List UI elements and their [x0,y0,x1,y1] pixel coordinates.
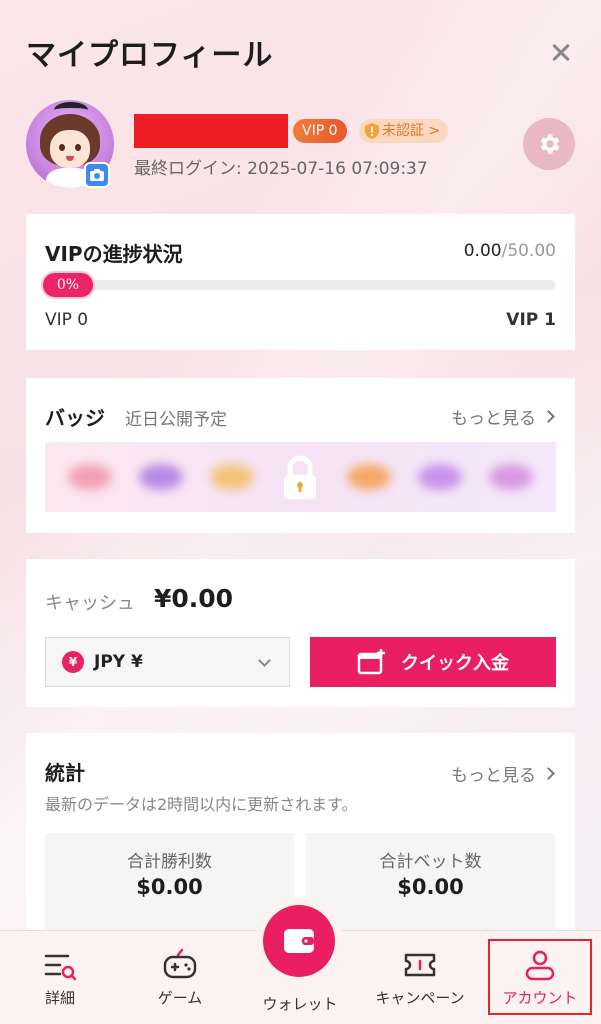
vip-progress-title: VIPの進捗状況 [45,242,183,266]
last-login-text: 最終ログイン: 2025-07-16 07:09:37 [134,159,428,179]
nav-label-details: 詳細 [44,989,75,1007]
vip-progress-percent: 0% [43,273,93,297]
quick-deposit-button[interactable]: クイック入金 [310,637,556,687]
nav-label-account: アカウント [502,989,578,1007]
currency-select[interactable]: ¥ JPY ¥ [45,637,290,687]
badge-icon [139,464,184,490]
nav-item-details[interactable]: 詳細 [5,947,115,1008]
page-header: マイプロフィール [26,30,575,74]
gear-icon [540,134,560,154]
close-button[interactable] [547,38,575,66]
nav-label-wallet: ウォレット [262,995,338,1013]
badge-icon [209,464,254,490]
total-bets-value: $0.00 [397,875,464,899]
profile-section: VIP 0 未認証 > 最終ログイン: 2025-07-16 07:09:37 [26,100,575,190]
ticket-icon [404,953,436,977]
total-bets-box: 合計ベット数 $0.00 [306,833,555,933]
stats-more-link[interactable]: もっと見る [451,761,555,786]
badge-icon [68,464,113,490]
stats-title: 統計 [45,761,85,785]
gamepad-icon [163,948,197,979]
chevron-down-icon [258,654,271,667]
vip-level-badge: VIP 0 [293,119,347,143]
badges-more-link[interactable]: もっと見る [451,404,555,429]
wallet-add-icon [357,649,385,675]
badges-card: バッジ 近日公開予定 もっと見る [26,378,575,533]
nav-item-account[interactable]: アカウント [488,939,592,1015]
badges-subtitle: 近日公開予定 [125,410,227,430]
badges-title: バッジ [45,406,105,430]
total-bets-label: 合計ベット数 [379,852,482,872]
vip-current-level: VIP 0 [45,310,89,330]
total-wins-label: 合計勝利数 [127,852,212,872]
nav-item-campaign[interactable]: キャンペーン [365,947,475,1008]
verification-badge[interactable]: 未認証 > [359,119,449,143]
yen-icon: ¥ [62,651,84,673]
stats-card: 統計 もっと見る 最新のデータは2時間以内に更新されます。 合計勝利数 $0.0… [26,733,575,933]
list-search-icon [44,954,77,981]
badge-preview-strip [45,442,556,512]
cash-card: キャッシュ ¥0.00 ¥ JPY ¥ クイック入金 [26,559,575,707]
vip-next-level: VIP 1 [506,310,556,330]
lock-icon [284,455,317,499]
vip-progress-value: 0.00/50.00 [463,241,556,261]
bottom-navigation: 詳細 ゲーム ウォレット キャンペーン アカウント [0,905,601,1024]
cash-amount: ¥0.00 [154,584,234,613]
camera-icon[interactable] [84,162,110,188]
nav-wallet-button[interactable] [263,905,335,977]
stats-description: 最新のデータは2時間以内に更新されます。 [45,795,358,814]
total-wins-box: 合計勝利数 $0.00 [45,833,294,933]
wallet-icon [284,929,314,953]
cash-label: キャッシュ [45,593,135,614]
chevron-right-icon [542,410,555,423]
nav-label-game: ゲーム [157,989,203,1007]
total-wins-value: $0.00 [136,875,203,899]
redacted-username [134,114,288,148]
badge-icon [417,464,462,490]
vip-progress-bar [45,280,556,290]
settings-button[interactable] [523,118,575,170]
nav-item-game[interactable]: ゲーム [125,947,235,1008]
chevron-right-icon [542,767,555,780]
vip-progress-card: VIPの進捗状況 0.00/50.00 0% VIP 0 VIP 1 [26,214,575,350]
nav-label-campaign: キャンペーン [375,989,465,1007]
page-title: マイプロフィール [26,38,274,73]
user-icon [525,950,555,981]
verification-label: 未認証 > [382,123,441,139]
currency-value: JPY ¥ [94,652,143,672]
badge-icon [347,464,392,490]
shield-icon [365,123,379,139]
badge-icon [488,464,533,490]
